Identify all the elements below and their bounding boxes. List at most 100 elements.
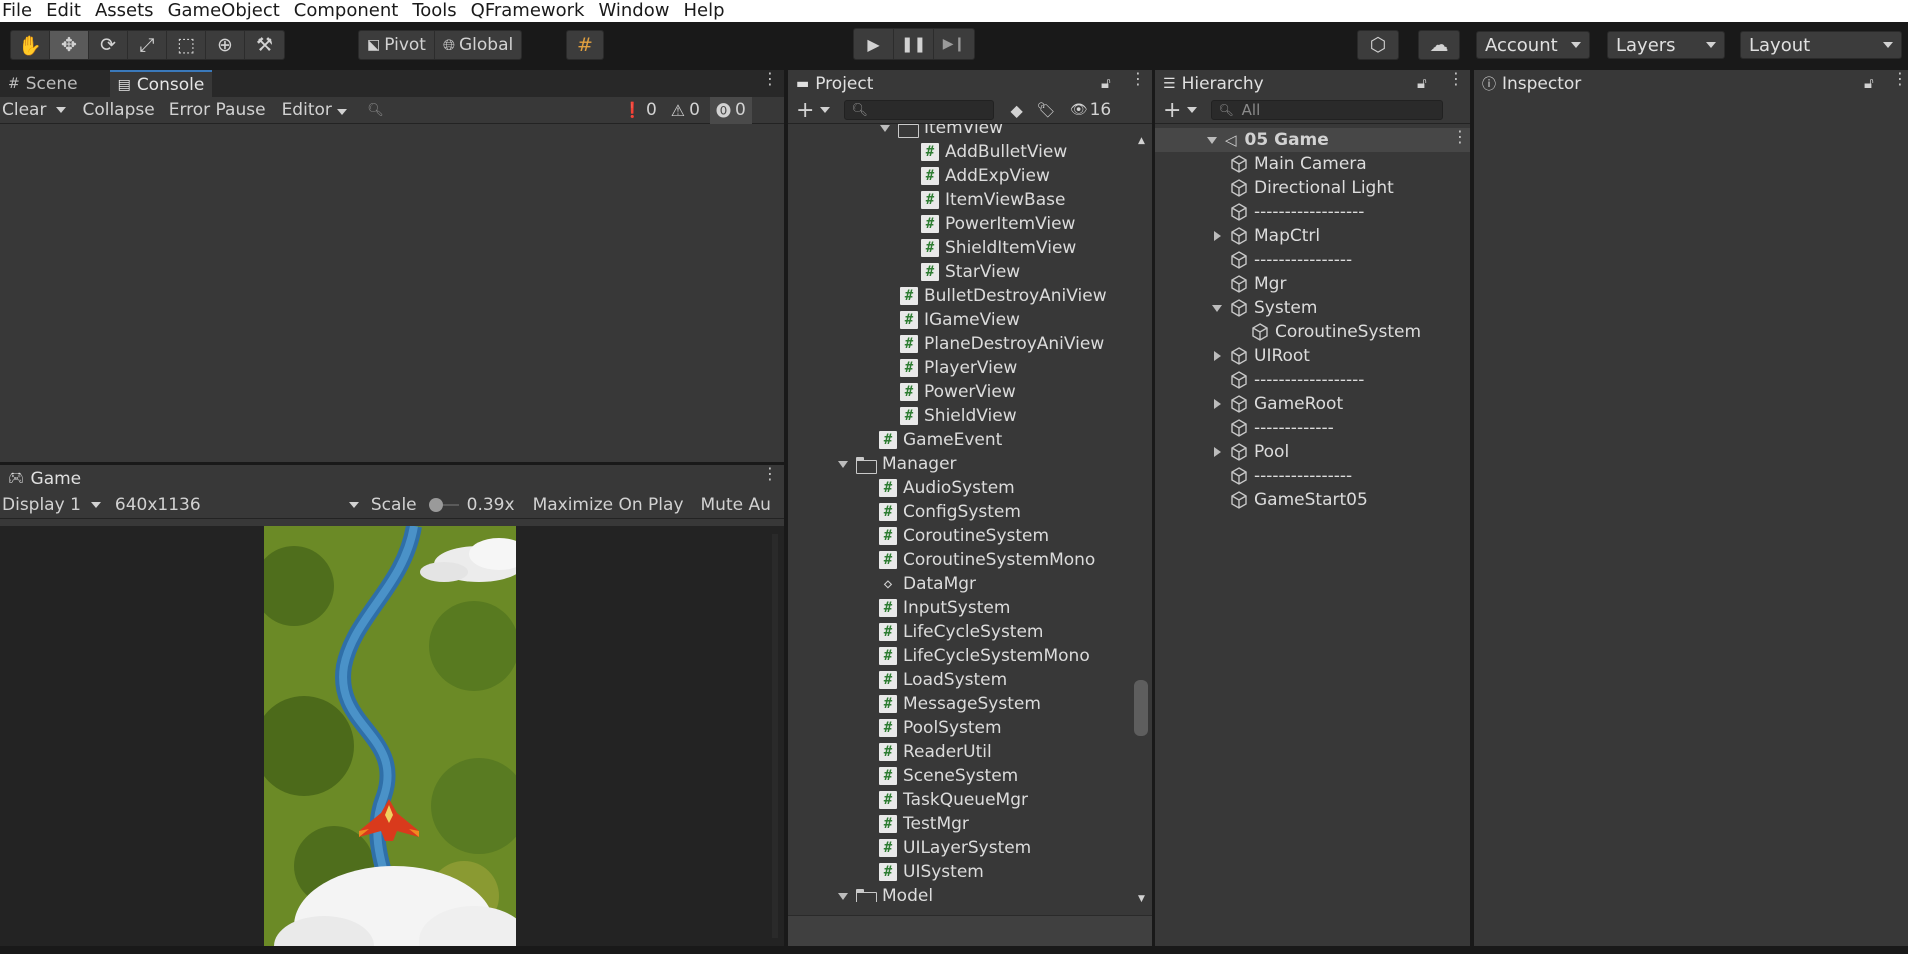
hierarchy-item[interactable]: Pool [1214, 440, 1289, 464]
project-scrollbar-thumb[interactable] [1134, 680, 1148, 736]
hierarchy-item[interactable]: UIRoot [1214, 344, 1310, 368]
project-asset[interactable]: # LoadSystem [879, 668, 1007, 692]
game-render[interactable] [264, 526, 516, 946]
hierarchy-item[interactable]: ---------------- [1230, 464, 1352, 488]
hierarchy-item[interactable]: ------------- [1230, 416, 1334, 440]
hierarchy-item[interactable]: Main Camera [1230, 152, 1367, 176]
project-asset[interactable]: # InputSystem [879, 596, 1010, 620]
project-folder[interactable]: Manager [838, 452, 957, 476]
tab-game[interactable]: 🎮︎ Game [0, 465, 89, 492]
grid-snap-button[interactable]: # [567, 31, 603, 59]
scene-menu-button[interactable]: ⋮ [1452, 129, 1468, 145]
console-menu-button[interactable]: ⋮ [762, 71, 778, 87]
expand-arrow-icon[interactable] [1214, 399, 1221, 409]
scale-slider-handle[interactable] [428, 498, 443, 512]
hidden-packages-toggle[interactable]: 👁︎ 16 [1070, 100, 1111, 120]
inspector-menu-button[interactable]: ⋮ [1892, 71, 1908, 87]
project-menu-button[interactable]: ⋮ [1130, 71, 1146, 87]
error-pause-button[interactable]: Error Pause [169, 100, 266, 120]
project-asset[interactable]: # SceneSystem [879, 764, 1018, 788]
lock-icon[interactable]: 🔓︎ [1417, 74, 1427, 92]
scene-header-row[interactable]: ◁ 05 Game ⋮ [1155, 128, 1470, 152]
project-search-input[interactable]: 🔍︎ [844, 100, 995, 120]
menu-help[interactable]: Help [676, 2, 731, 20]
project-asset[interactable]: # AudioSystem [879, 476, 1015, 500]
project-asset[interactable]: # PlaneDestroyAniView [900, 332, 1104, 356]
menu-window[interactable]: Window [591, 2, 676, 20]
clear-options-icon[interactable] [56, 107, 67, 113]
menu-gameobject[interactable]: GameObject [161, 2, 287, 20]
menu-assets[interactable]: Assets [88, 2, 161, 20]
expand-arrow-icon[interactable] [1214, 351, 1221, 361]
project-asset[interactable]: # TaskQueueMgr [879, 788, 1028, 812]
project-folder[interactable]: Model [838, 884, 933, 902]
project-asset[interactable]: # CoroutineSystem [879, 524, 1049, 548]
project-asset[interactable]: # PowerItemView [921, 212, 1075, 236]
hierarchy-menu-button[interactable]: ⋮ [1448, 71, 1464, 87]
filter-type-icon[interactable]: ◆ [1010, 101, 1022, 120]
hierarchy-item[interactable]: ------------------ [1230, 200, 1364, 224]
resolution-dropdown[interactable]: 640x1136 [115, 495, 359, 515]
expand-arrow-icon[interactable] [1207, 136, 1217, 144]
project-asset[interactable]: # UILayerSystem [879, 836, 1031, 860]
project-asset[interactable]: # ShieldItemView [921, 236, 1076, 260]
console-search-input[interactable]: 🔍︎ [361, 100, 612, 120]
rect-tool-button[interactable]: ⬚ [167, 31, 206, 59]
layout-dropdown[interactable]: Layout [1740, 31, 1902, 59]
hierarchy-item[interactable]: Directional Light [1230, 176, 1394, 200]
project-asset[interactable]: # LifeCycleSystemMono [879, 644, 1090, 668]
move-tool-button[interactable]: ✥ [50, 31, 89, 59]
menu-qframework[interactable]: QFramework [464, 2, 592, 20]
lock-icon[interactable]: 🔓︎ [1864, 74, 1874, 92]
hierarchy-item[interactable]: MapCtrl [1214, 224, 1320, 248]
game-menu-button[interactable]: ⋮ [762, 466, 778, 482]
menu-tools[interactable]: Tools [405, 2, 463, 20]
chevron-down-icon[interactable] [820, 107, 831, 113]
expand-arrow-icon[interactable] [838, 892, 848, 900]
project-asset[interactable]: # ConfigSystem [879, 500, 1021, 524]
cloud-button[interactable]: ☁ [1419, 31, 1459, 59]
project-asset[interactable]: # GameEvent [879, 428, 1002, 452]
global-toggle[interactable]: 🌐︎ Global [435, 31, 521, 59]
maximize-on-play-toggle[interactable]: Maximize On Play [533, 495, 684, 515]
hierarchy-item[interactable]: CoroutineSystem [1251, 320, 1421, 344]
hierarchy-item[interactable]: ------------------ [1230, 368, 1364, 392]
tab-hierarchy[interactable]: ☰ Hierarchy [1155, 70, 1272, 97]
project-asset[interactable]: # StarView [921, 260, 1020, 284]
project-asset[interactable]: # ItemViewBase [921, 188, 1065, 212]
mute-audio-toggle[interactable]: Mute Au [701, 495, 771, 515]
warning-count-toggle[interactable]: ⚠ 0 [671, 100, 700, 120]
clear-button[interactable]: Clear [2, 100, 46, 120]
scroll-down-icon[interactable]: ▼ [1138, 894, 1145, 904]
tab-console[interactable]: ▤ Console [109, 70, 213, 97]
project-folder[interactable]: ItemView [880, 124, 1003, 140]
display-dropdown[interactable]: Display 1 [2, 495, 101, 515]
play-button[interactable]: ▶ [854, 29, 894, 59]
project-asset[interactable]: # AddBulletView [921, 140, 1067, 164]
filter-label-icon[interactable]: 🏷︎ [1037, 101, 1056, 119]
project-asset[interactable]: # PlayerView [900, 356, 1017, 380]
hierarchy-search-input[interactable]: 🔍︎ All [1211, 100, 1444, 120]
project-asset[interactable]: # UISystem [879, 860, 984, 884]
collapse-button[interactable]: Collapse [82, 100, 154, 120]
chevron-down-icon[interactable] [1187, 107, 1198, 113]
tab-project[interactable]: ▬ Project [788, 70, 881, 97]
menu-file[interactable]: File [0, 2, 39, 20]
lock-icon[interactable]: 🔓︎ [1101, 74, 1111, 92]
layers-dropdown[interactable]: Layers [1607, 31, 1725, 59]
project-asset[interactable]: # TestMgr [879, 812, 969, 836]
account-dropdown[interactable]: Account [1476, 31, 1590, 59]
game-view-scrollbar[interactable] [772, 534, 778, 938]
scroll-up-icon[interactable]: ▲ [1138, 136, 1145, 146]
project-asset[interactable]: # ShieldView [900, 404, 1017, 428]
expand-arrow-icon[interactable] [1214, 231, 1221, 241]
expand-arrow-icon[interactable] [880, 124, 890, 132]
error-count-toggle[interactable]: ⓿0 [709, 96, 752, 124]
project-asset[interactable]: # LifeCycleSystem [879, 620, 1044, 644]
hierarchy-item[interactable]: Mgr [1230, 272, 1286, 296]
tab-scene[interactable]: # Scene [0, 70, 86, 97]
scale-slider[interactable] [428, 498, 459, 512]
scale-tool-button[interactable]: ⤢ [128, 31, 167, 59]
project-asset[interactable]: # BulletDestroyAniView [900, 284, 1107, 308]
custom-tool-button[interactable]: ⚒ [245, 31, 284, 59]
